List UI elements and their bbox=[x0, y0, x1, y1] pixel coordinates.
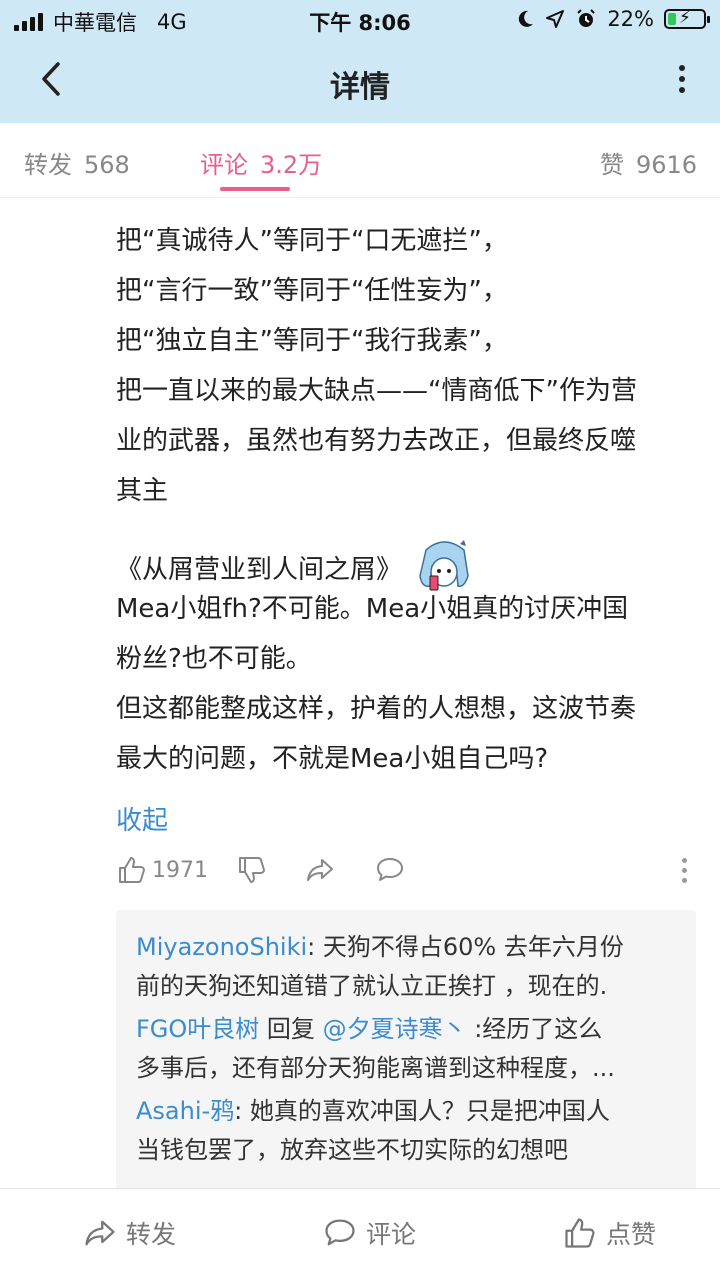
comment-line: Mea小姐fh?不可能。Mea小姐真的讨厌冲国 bbox=[116, 594, 629, 624]
like-count: 1971 bbox=[152, 857, 208, 883]
tab-comment[interactable]: 评论 3.2万 bbox=[200, 145, 322, 180]
comment-line: 粉丝?也不可能。 bbox=[116, 644, 312, 674]
detail-tabs: 转发 568 评论 3.2万 赞 9616 bbox=[0, 123, 720, 198]
reply-item[interactable]: Asahi-鸦: 她真的喜欢冲国人？只是把冲国人 当钱包罢了，放弃这些不切实际的… bbox=[136, 1092, 678, 1170]
reply-text: 她真的喜欢冲国人？只是把冲国人 bbox=[249, 1097, 610, 1125]
comment-line: 把“言行一致”等同于“任性妄为”， bbox=[116, 276, 508, 306]
reply-text: 天狗不得占60% 去年六月份 bbox=[322, 933, 624, 961]
reply-username[interactable]: Asahi-鸦 bbox=[136, 1097, 234, 1125]
comment-bubble-icon bbox=[325, 1219, 355, 1246]
reply-word: 回复 bbox=[259, 1015, 323, 1043]
share-button[interactable] bbox=[304, 854, 336, 886]
reply-separator: : bbox=[234, 1097, 250, 1125]
location-icon bbox=[546, 10, 565, 28]
bottom-action-bar: 转发 评论 点赞 bbox=[0, 1188, 720, 1280]
reply-text: 多事后，还有部分天狗能离谱到这种程度，... bbox=[136, 1054, 615, 1082]
moon-icon bbox=[519, 10, 534, 27]
dislike-button[interactable] bbox=[236, 854, 268, 886]
replies-box[interactable]: MiyazonoShiki: 天狗不得占60% 去年六月份 前的天狗还知道错了就… bbox=[116, 910, 696, 1200]
tab-comment-count: 3.2万 bbox=[260, 151, 323, 179]
battery-icon: ⚡ bbox=[664, 8, 710, 29]
bottom-comment-button[interactable]: 评论 bbox=[322, 1215, 416, 1251]
bottom-comment-label: 评论 bbox=[366, 1220, 417, 1249]
comment-line: 把一直以来的最大缺点——“情商低下”作为营 bbox=[116, 376, 637, 406]
tab-comment-label: 评论 bbox=[200, 151, 248, 179]
tab-repost-label: 转发 bbox=[24, 151, 72, 179]
reply-username[interactable]: MiyazonoShiki bbox=[136, 933, 307, 961]
reply-item[interactable]: FGO叶良树 回复 @夕夏诗寒丶 :经历了这么 多事后，还有部分天狗能离谱到这种… bbox=[136, 1010, 678, 1088]
bottom-repost-button[interactable]: 转发 bbox=[82, 1215, 176, 1251]
page-title: 详情 bbox=[330, 70, 390, 105]
share-arrow-icon bbox=[85, 1220, 115, 1246]
thumbs-up-icon bbox=[565, 1218, 595, 1248]
reply-username[interactable]: FGO叶良树 bbox=[136, 1015, 259, 1043]
reply-item[interactable]: MiyazonoShiki: 天狗不得占60% 去年六月份 前的天狗还知道错了就… bbox=[136, 928, 678, 1006]
reply-button[interactable] bbox=[374, 854, 406, 886]
thumbs-down-icon bbox=[239, 857, 265, 883]
status-bar: 中華電信 4G 下午 8:06 22% ⚡ bbox=[0, 0, 720, 40]
bottom-like-button[interactable]: 点赞 bbox=[562, 1215, 656, 1251]
top-header: 中華電信 4G 下午 8:06 22% ⚡ 详情 bbox=[0, 0, 720, 123]
like-button[interactable]: 1971 bbox=[116, 854, 208, 886]
comment-line: 把“独立自主”等同于“我行我素”， bbox=[116, 326, 508, 356]
alarm-icon bbox=[577, 9, 596, 27]
reply-text: :经历了这么 bbox=[466, 1015, 603, 1043]
comment-line: 业的武器，虽然也有努力去改正，但最终反噬 bbox=[116, 426, 637, 456]
more-options-icon[interactable] bbox=[672, 62, 692, 102]
nav-bar: 详情 bbox=[0, 40, 720, 123]
tab-repost[interactable]: 转发 568 bbox=[24, 145, 130, 180]
comment-actions: 1971 bbox=[116, 852, 706, 892]
tab-like[interactable]: 赞 9616 bbox=[600, 145, 697, 180]
comment-text-block-2: Mea小姐fh?不可能。Mea小姐真的讨厌冲国 粉丝?也不可能。 但这都能整成这… bbox=[116, 584, 706, 784]
reply-separator: : bbox=[307, 933, 323, 961]
comment-bubble-icon bbox=[377, 858, 403, 881]
tab-like-label: 赞 bbox=[600, 151, 624, 179]
active-tab-indicator bbox=[220, 187, 290, 191]
collapse-link[interactable]: 收起 bbox=[116, 800, 168, 837]
comment-line: 把“真诚待人”等同于“口无遮拦”， bbox=[116, 226, 508, 256]
reply-text: 前的天狗还知道错了就认立正挨打 ，现在的. bbox=[136, 972, 608, 1000]
reply-mention[interactable]: @夕夏诗寒丶 bbox=[323, 1015, 467, 1043]
comment-more-icon[interactable] bbox=[682, 858, 690, 888]
tab-repost-count: 568 bbox=[84, 151, 130, 179]
bottom-repost-label: 转发 bbox=[126, 1220, 177, 1249]
reply-text: 当钱包罢了，放弃这些不切实际的幻想吧 bbox=[136, 1136, 568, 1164]
comment-line: 最大的问题，不就是Mea小姐自己吗? bbox=[116, 744, 549, 774]
comment-line: 其主 bbox=[116, 476, 169, 506]
share-arrow-icon bbox=[307, 859, 333, 881]
bottom-like-label: 点赞 bbox=[606, 1220, 657, 1249]
tab-like-count: 9616 bbox=[636, 151, 698, 179]
battery-percent: 22% bbox=[607, 7, 654, 31]
thumbs-up-icon bbox=[119, 857, 145, 883]
comment-line: 但这都能整成这样，护着的人想想，这波节奏 bbox=[116, 694, 637, 724]
comment-text-block-1: 把“真诚待人”等同于“口无遮拦”， 把“言行一致”等同于“任性妄为”， 把“独立… bbox=[116, 216, 706, 516]
